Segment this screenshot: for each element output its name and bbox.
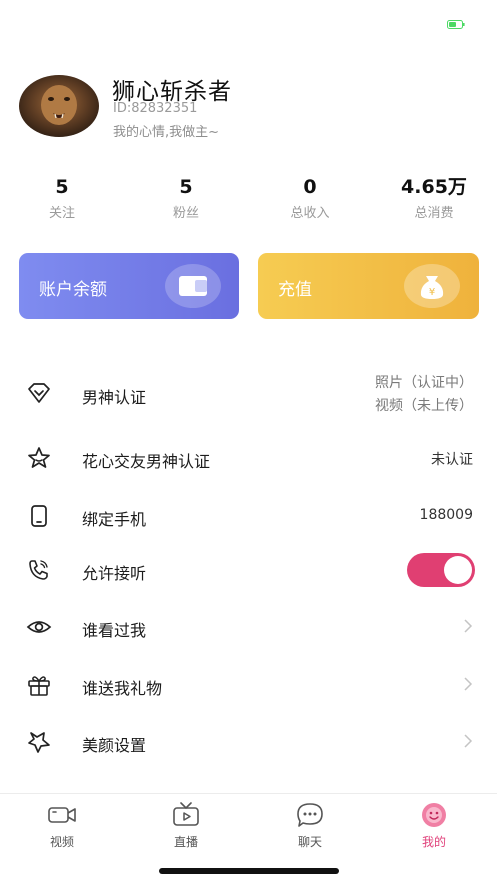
stat-value: 5 (179, 176, 193, 198)
beauty-star-icon (28, 732, 50, 753)
stat-fans[interactable]: 5 粉丝 (126, 176, 246, 221)
stat-income[interactable]: 0 总收入 (250, 176, 370, 221)
flower-cert-status: 未认证 (431, 452, 473, 468)
stat-value: 0 (303, 176, 317, 198)
home-indicator (159, 868, 339, 874)
tab-label: 直播 (173, 835, 198, 849)
menu-label: 谁看过我 (82, 621, 147, 640)
photo-status: 照片（认证中） (375, 375, 473, 391)
menu-allow-answer: 允许接听 (0, 545, 497, 595)
menu-flower-cert[interactable]: 花心交友男神认证 未认证 (0, 433, 497, 483)
tab-chat[interactable]: 聊天 (275, 802, 345, 850)
chat-icon (297, 803, 323, 827)
menu-label: 绑定手机 (82, 510, 147, 529)
video-icon (48, 807, 76, 823)
menu-who-viewed[interactable]: 谁看过我 (0, 602, 497, 652)
chevron-right-icon (464, 619, 473, 633)
stat-following[interactable]: 5 关注 (2, 176, 122, 221)
stat-label: 粉丝 (172, 206, 199, 221)
stat-label: 关注 (48, 206, 75, 221)
menu-bind-phone[interactable]: 绑定手机 188009 (0, 491, 497, 541)
profile-mood[interactable]: 我的心情,我做主~ (113, 121, 219, 140)
tab-label: 视频 (49, 835, 74, 849)
chevron-right-icon (464, 734, 473, 748)
menu-who-gifted[interactable]: 谁送我礼物 (0, 660, 497, 710)
stat-label: 总消费 (414, 206, 454, 221)
tab-label: 我的 (421, 835, 446, 849)
battery-icon (447, 20, 465, 29)
allow-answer-toggle[interactable] (407, 553, 475, 587)
menu-label: 美颜设置 (82, 736, 147, 755)
toggle-knob (444, 556, 472, 584)
phone-icon (31, 505, 47, 527)
stat-label: 总收入 (290, 206, 330, 221)
gift-icon (28, 676, 50, 696)
video-status: 视频（未上传） (375, 398, 473, 414)
menu-label: 花心交友男神认证 (82, 452, 211, 471)
stat-spending[interactable]: 4.65万 总消费 (374, 176, 494, 221)
tab-label: 聊天 (297, 835, 322, 849)
recharge-card[interactable]: 充值 ¥ (258, 253, 479, 319)
tab-live[interactable]: 直播 (151, 802, 221, 850)
tab-video[interactable]: 视频 (27, 802, 97, 850)
avatar[interactable] (19, 75, 99, 137)
svg-text:¥: ¥ (429, 287, 435, 298)
wallet-icon (165, 264, 221, 308)
stat-value: 4.65万 (401, 176, 467, 198)
tab-mine[interactable]: 我的 (399, 802, 469, 850)
tv-icon (173, 802, 199, 826)
stat-value: 5 (55, 176, 69, 198)
diamond-heart-icon (28, 383, 50, 403)
balance-label: 账户余额 (39, 280, 107, 300)
menu-label: 谁送我礼物 (82, 679, 163, 698)
chevron-right-icon (464, 677, 473, 691)
menu-god-cert[interactable]: 男神认证 照片（认证中） 视频（未上传） (0, 368, 497, 420)
phone-number: 188009 (419, 507, 473, 523)
profile-icon (422, 803, 446, 827)
money-bag-icon: ¥ (404, 264, 460, 308)
balance-card[interactable]: 账户余额 (19, 253, 239, 319)
phone-call-icon (29, 560, 48, 580)
recharge-label: 充值 (278, 280, 312, 300)
menu-beauty[interactable]: 美颜设置 (0, 717, 497, 767)
eye-icon (26, 621, 52, 633)
star-icon (28, 447, 50, 468)
menu-label: 男神认证 (82, 388, 147, 407)
menu-label: 允许接听 (82, 564, 147, 583)
profile-id: ID:82832351 (113, 101, 198, 116)
